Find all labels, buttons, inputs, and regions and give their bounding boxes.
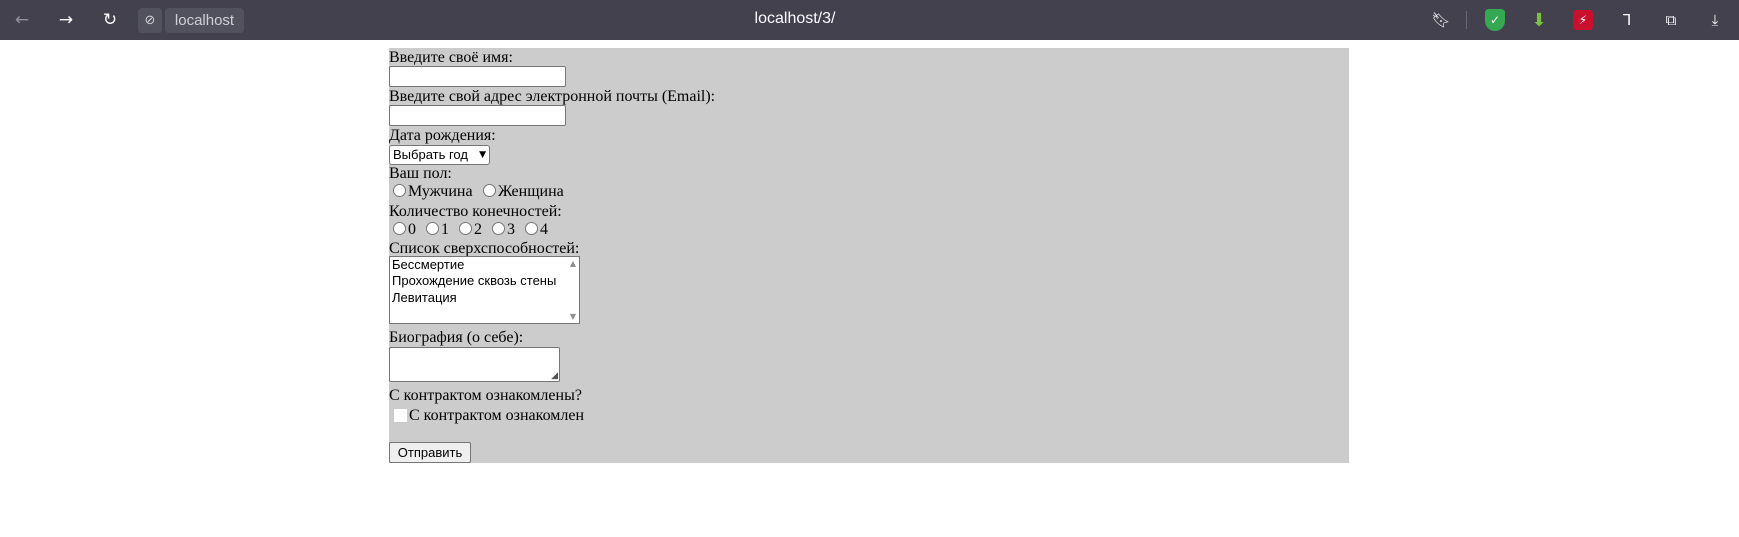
site-name: localhost: [165, 8, 244, 33]
gender-radio-male[interactable]: [393, 184, 406, 197]
chevron-down-icon: ▼: [479, 150, 486, 160]
gender-option-female: Женщина: [498, 183, 564, 200]
superpower-option[interactable]: Прохождение сквозь стены: [392, 273, 556, 289]
downloads-icon[interactable]: ⤓: [1704, 9, 1726, 31]
limbs-option-1: 1: [441, 221, 449, 238]
limbs-option-3: 3: [507, 221, 515, 238]
translate-extension-icon[interactable]: ⅂: [1616, 9, 1638, 31]
limbs-option-0: 0: [408, 221, 416, 238]
email-label: Введите свой адрес электронной почты (Em…: [389, 88, 716, 105]
contract-question: С контрактом ознакомлены?: [389, 387, 582, 404]
bookmark-icon[interactable]: 🔖︎: [1430, 9, 1452, 31]
site-identity[interactable]: ⊘ localhost: [138, 8, 244, 33]
magic-wand-extension-icon[interactable]: ⚡: [1572, 9, 1594, 31]
limbs-option-2: 2: [474, 221, 482, 238]
toolbar-separator: [1466, 11, 1467, 29]
biography-textarea[interactable]: ◢: [389, 347, 560, 382]
gender-option-male: Мужчина: [408, 183, 473, 200]
gender-label: Ваш пол:: [389, 165, 452, 182]
forward-arrow-icon[interactable]: →: [54, 8, 78, 32]
birth-date-label: Дата рождения:: [389, 127, 496, 144]
gender-radio-female[interactable]: [483, 184, 496, 197]
resize-grip-icon[interactable]: ◢: [551, 371, 558, 381]
contract-checkbox[interactable]: [394, 409, 407, 422]
superpower-option[interactable]: Левитация: [392, 290, 457, 306]
back-arrow-icon[interactable]: ←: [10, 8, 34, 32]
superpowers-listbox[interactable]: Бессмертие Прохождение сквозь стены Леви…: [389, 256, 580, 324]
scroll-down-icon[interactable]: ▼: [570, 312, 576, 321]
limbs-radio-0[interactable]: [393, 222, 406, 235]
name-label: Введите своё имя:: [389, 49, 513, 66]
submit-button[interactable]: Отправить: [389, 442, 471, 463]
reload-icon[interactable]: ↻: [98, 8, 122, 32]
scroll-up-icon[interactable]: ▲: [570, 259, 576, 268]
limbs-radio-4[interactable]: [525, 222, 538, 235]
superpower-option[interactable]: Бессмертие: [392, 257, 464, 273]
limbs-label: Количество конечностей:: [389, 203, 562, 220]
download-extension-icon[interactable]: ⬇: [1528, 9, 1550, 31]
biography-label: Биография (о себе):: [389, 329, 524, 346]
globe-icon: ⊘: [138, 8, 162, 33]
registration-form: Введите своё имя: Введите свой адрес эле…: [389, 48, 1349, 463]
birth-year-select[interactable]: Выбрать год ▼: [389, 145, 490, 165]
email-input[interactable]: [389, 105, 566, 126]
address-bar-url[interactable]: localhost/3/: [660, 10, 930, 28]
name-input[interactable]: [389, 66, 566, 87]
contract-checkbox-label: С контрактом ознакомлен: [409, 407, 585, 424]
limbs-radio-1[interactable]: [426, 222, 439, 235]
limbs-radio-2[interactable]: [459, 222, 472, 235]
adblock-extension-icon[interactable]: ✓: [1484, 9, 1506, 31]
browser-toolbar: ← → ↻ ⊘ localhost localhost/3/ 🔖︎ ✓ ⬇ ⚡ …: [0, 0, 1739, 40]
limbs-option-4: 4: [540, 221, 548, 238]
limbs-radio-3[interactable]: [492, 222, 505, 235]
birth-year-selected: Выбрать год: [393, 147, 468, 162]
extensions-icon[interactable]: ⧉: [1660, 9, 1682, 31]
